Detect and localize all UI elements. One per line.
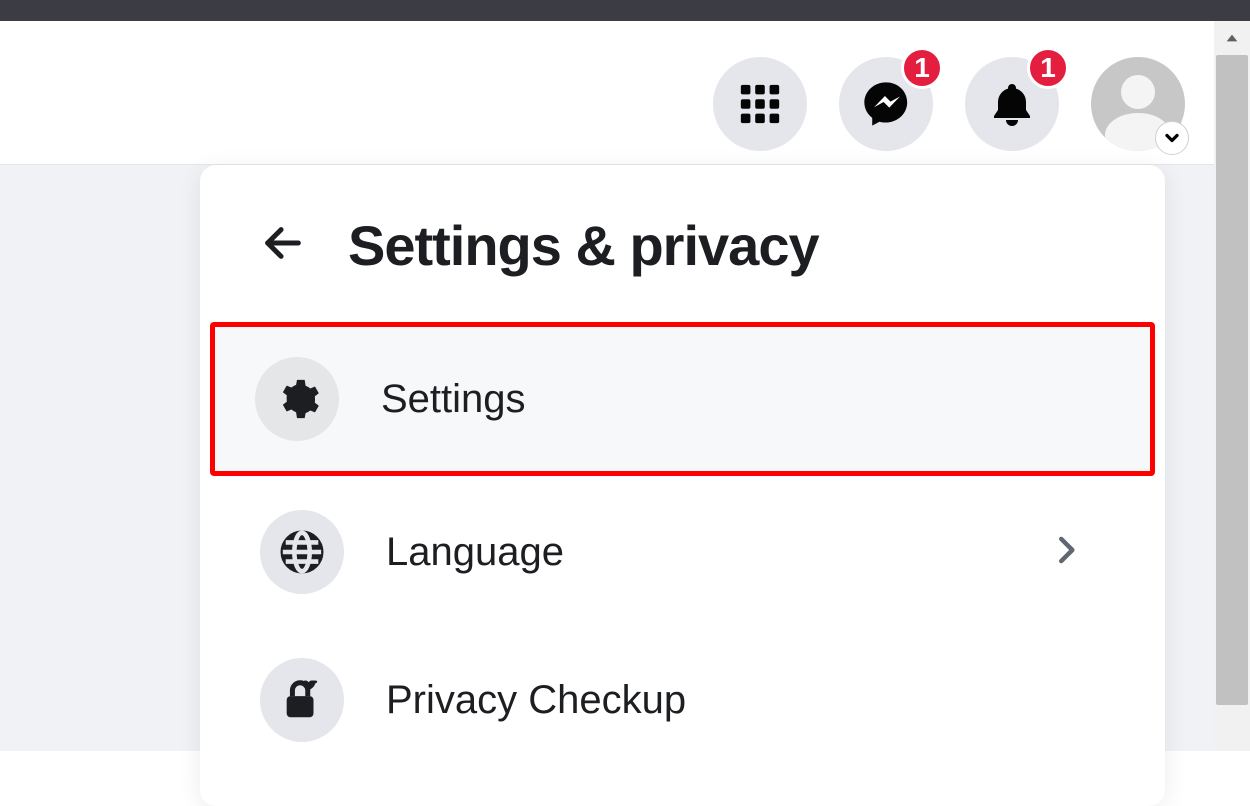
panel-title: Settings & privacy [348,213,819,278]
grid-icon [737,81,783,127]
menu-item-label: Settings [381,377,1110,422]
menu-item-language[interactable]: Language [220,480,1145,624]
messenger-icon [860,78,912,130]
gear-icon [255,357,339,441]
menu-apps-button[interactable] [713,57,807,151]
lock-heart-icon [260,658,344,742]
browser-top-bar [0,0,1250,21]
chevron-right-icon [1047,531,1085,574]
scrollbar-up-button[interactable] [1214,21,1250,55]
messenger-button[interactable]: 1 [839,57,933,151]
globe-icon [260,510,344,594]
back-button[interactable] [260,220,306,271]
arrow-left-icon [260,220,306,266]
header-icons: 1 1 [713,57,1185,151]
account-menu-button[interactable] [1091,57,1185,151]
settings-privacy-panel: Settings & privacy Settings Language [200,165,1165,806]
menu-item-label: Privacy Checkup [386,678,1105,723]
menu-item-settings[interactable]: Settings [210,322,1155,476]
scrollbar[interactable] [1214,21,1250,751]
scrollbar-thumb[interactable] [1216,55,1248,705]
panel-header: Settings & privacy [200,195,1165,318]
bell-icon [988,80,1036,128]
menu-item-label: Language [386,530,1005,575]
notifications-badge: 1 [1027,47,1069,89]
menu-item-privacy-checkup[interactable]: Privacy Checkup [220,628,1145,772]
messenger-badge: 1 [901,47,943,89]
app-header: 1 1 [0,21,1250,165]
triangle-up-icon [1224,30,1240,46]
chevron-down-icon [1155,121,1189,155]
notifications-button[interactable]: 1 [965,57,1059,151]
